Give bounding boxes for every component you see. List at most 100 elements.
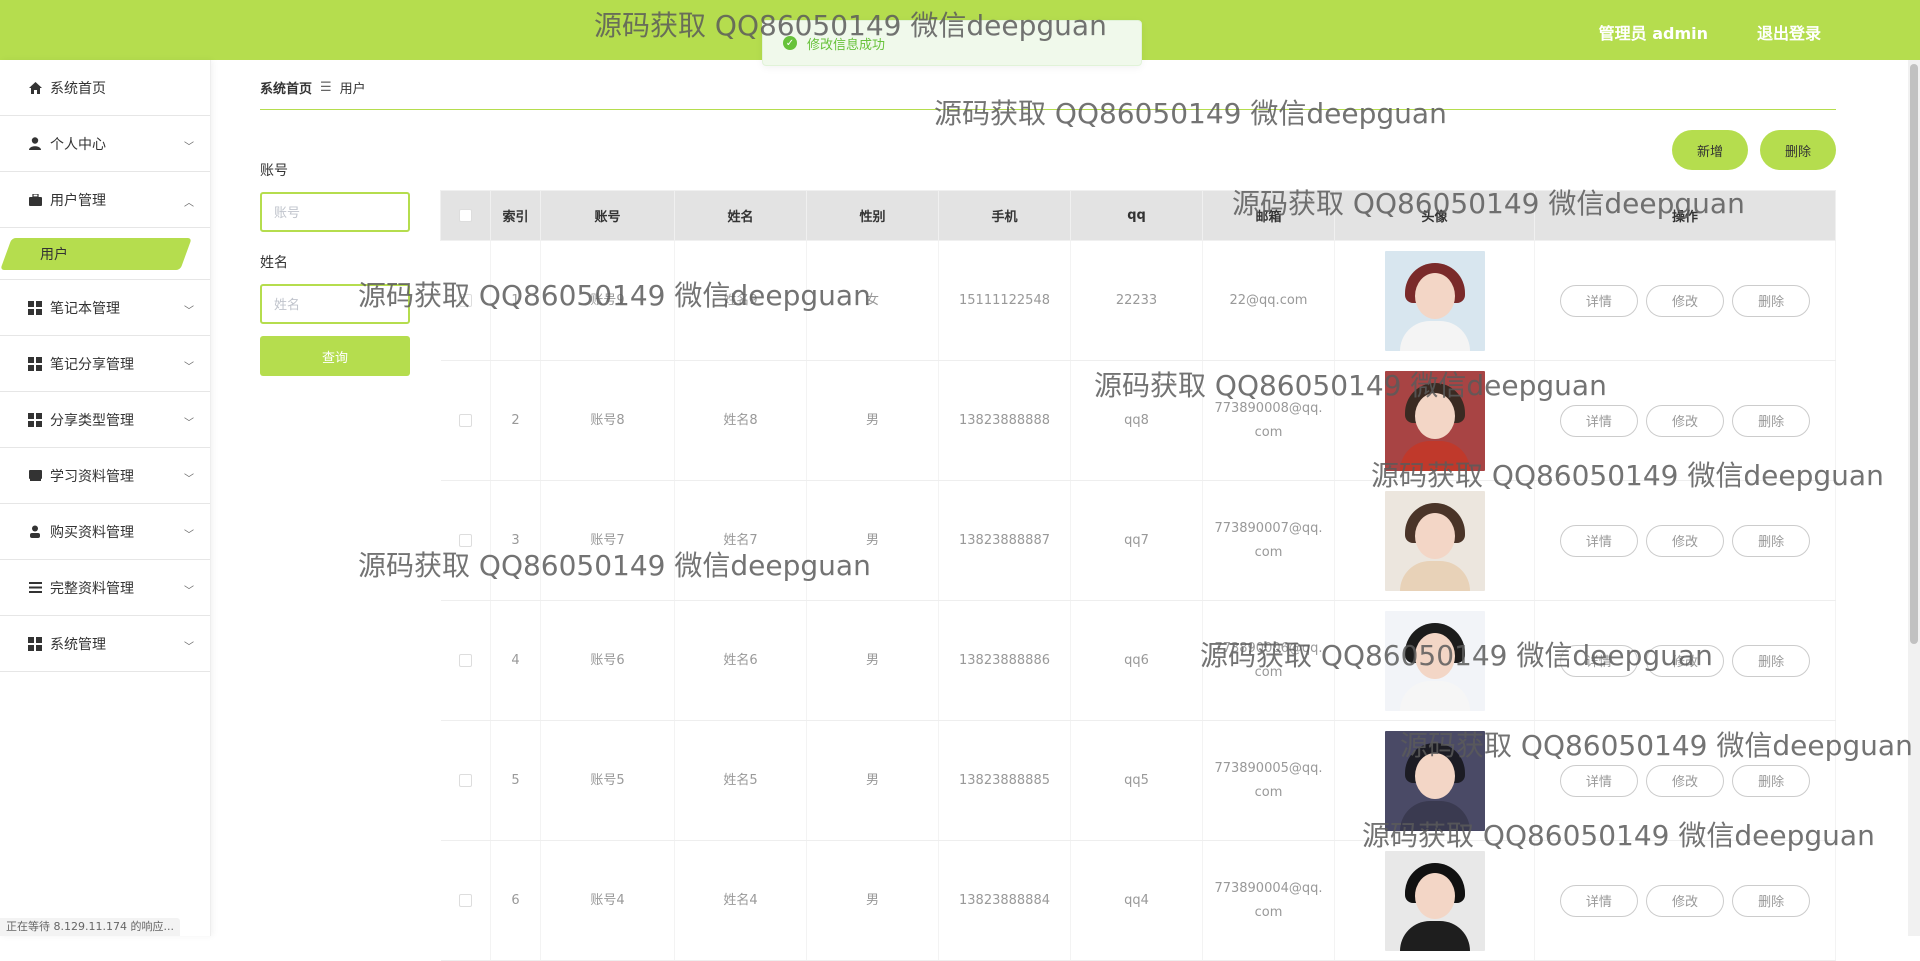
- col-qq: qq: [1071, 191, 1203, 241]
- cell-gender: 男: [807, 841, 939, 961]
- breadcrumb-home[interactable]: 系统首页: [260, 78, 312, 97]
- sidebar-item-system-management[interactable]: 系统管理 ﹀: [0, 616, 210, 672]
- cell-operations: 详情 修改 删除: [1535, 841, 1836, 961]
- sidebar-item-notebook-management[interactable]: 笔记本管理 ﹀: [0, 280, 210, 336]
- detail-button[interactable]: 详情: [1560, 885, 1638, 917]
- cell-avatar: [1335, 361, 1535, 481]
- cell-gender: 男: [807, 601, 939, 721]
- table-row[interactable]: 2 账号8 姓名8 男 13823888888 qq8 773890008@qq…: [441, 361, 1836, 481]
- cell-index: 1: [491, 241, 541, 361]
- row-checkbox[interactable]: [459, 294, 472, 307]
- cell-phone: 13823888888: [939, 361, 1071, 481]
- chevron-down-icon: ﹀: [184, 358, 194, 373]
- row-checkbox-cell[interactable]: [441, 721, 491, 841]
- batch-delete-button[interactable]: 删除: [1760, 130, 1836, 170]
- sidebar-item-home[interactable]: 系统首页: [0, 60, 210, 116]
- account-search-input[interactable]: [260, 192, 410, 232]
- chevron-down-icon: ﹀: [184, 470, 194, 485]
- cell-avatar: [1335, 841, 1535, 961]
- detail-button[interactable]: 详情: [1560, 525, 1638, 557]
- delete-button[interactable]: 删除: [1732, 765, 1810, 797]
- book-icon: [28, 469, 42, 483]
- row-checkbox-cell[interactable]: [441, 841, 491, 961]
- cell-gender: 女: [807, 241, 939, 361]
- edit-button[interactable]: 修改: [1646, 525, 1724, 557]
- chevron-down-icon: ﹀: [184, 526, 194, 541]
- edit-button[interactable]: 修改: [1646, 285, 1724, 317]
- edit-button[interactable]: 修改: [1646, 885, 1724, 917]
- delete-button[interactable]: 删除: [1732, 405, 1810, 437]
- row-checkbox-cell[interactable]: [441, 481, 491, 601]
- sidebar-item-label: 分享类型管理: [50, 410, 134, 430]
- sidebar: 系统首页 个人中心 ﹀ 用户管理 ︿ 用户 笔记本管理 ﹀ 笔记分享管理 ﹀ 分…: [0, 60, 211, 936]
- delete-button[interactable]: 删除: [1732, 525, 1810, 557]
- sidebar-item-label: 个人中心: [50, 134, 106, 154]
- user-icon: [28, 137, 42, 151]
- chevron-up-icon: ︿: [184, 194, 194, 209]
- breadcrumb-current: 用户: [340, 78, 366, 97]
- avatar-image: [1385, 251, 1485, 351]
- row-checkbox[interactable]: [459, 534, 472, 547]
- page-scrollbar[interactable]: [1908, 60, 1920, 936]
- cell-phone: 13823888884: [939, 841, 1071, 961]
- sidebar-subitem-label: 用户: [40, 244, 68, 264]
- row-checkbox[interactable]: [459, 654, 472, 667]
- table-row[interactable]: 6 账号4 姓名4 男 13823888884 qq4 773890004@qq…: [441, 841, 1836, 961]
- edit-button[interactable]: 修改: [1646, 645, 1724, 677]
- detail-button[interactable]: 详情: [1560, 765, 1638, 797]
- delete-button[interactable]: 删除: [1732, 645, 1810, 677]
- toast-message: 修改信息成功: [807, 34, 885, 53]
- row-checkbox[interactable]: [459, 414, 472, 427]
- cell-avatar: [1335, 241, 1535, 361]
- edit-button[interactable]: 修改: [1646, 405, 1724, 437]
- logout-button[interactable]: 退出登录: [1757, 20, 1821, 44]
- admin-user-label[interactable]: 管理员 admin: [1599, 20, 1708, 44]
- table-row[interactable]: 3 账号7 姓名7 男 13823888887 qq7 773890007@qq…: [441, 481, 1836, 601]
- sidebar-item-study-material-management[interactable]: 学习资料管理 ﹀: [0, 448, 210, 504]
- detail-button[interactable]: 详情: [1560, 405, 1638, 437]
- cell-operations: 详情 修改 删除: [1535, 601, 1836, 721]
- cell-operations: 详情 修改 删除: [1535, 721, 1836, 841]
- row-checkbox[interactable]: [459, 894, 472, 907]
- table-row[interactable]: 5 账号5 姓名5 男 13823888885 qq5 773890005@qq…: [441, 721, 1836, 841]
- edit-button[interactable]: 修改: [1646, 765, 1724, 797]
- delete-button[interactable]: 删除: [1732, 285, 1810, 317]
- sidebar-item-label: 用户管理: [50, 190, 106, 210]
- cell-account: 账号9: [541, 241, 675, 361]
- query-button[interactable]: 查询: [260, 336, 410, 376]
- sidebar-item-purchase-material-management[interactable]: 购买资料管理 ﹀: [0, 504, 210, 560]
- grid-icon: [28, 301, 42, 315]
- row-checkbox-cell[interactable]: [441, 601, 491, 721]
- table-row[interactable]: 1 账号9 姓名9 女 15111122548 22233 22@qq.com …: [441, 241, 1836, 361]
- email-text: 773890008@qq.com: [1213, 397, 1325, 445]
- cell-name: 姓名9: [675, 241, 807, 361]
- cell-qq: qq7: [1071, 481, 1203, 601]
- sidebar-item-personal-center[interactable]: 个人中心 ﹀: [0, 116, 210, 172]
- sidebar-item-share-type-management[interactable]: 分享类型管理 ﹀: [0, 392, 210, 448]
- cell-operations: 详情 修改 删除: [1535, 481, 1836, 601]
- select-all-checkbox[interactable]: [459, 209, 472, 222]
- scrollbar-thumb[interactable]: [1910, 64, 1918, 644]
- sidebar-item-note-share-management[interactable]: 笔记分享管理 ﹀: [0, 336, 210, 392]
- sidebar-item-user-management[interactable]: 用户管理 ︿: [0, 172, 210, 228]
- delete-button[interactable]: 删除: [1732, 885, 1810, 917]
- cell-operations: 详情 修改 删除: [1535, 241, 1836, 361]
- detail-button[interactable]: 详情: [1560, 285, 1638, 317]
- row-checkbox-cell[interactable]: [441, 361, 491, 481]
- row-checkbox-cell[interactable]: [441, 241, 491, 361]
- search-form: 账号 姓名 查询: [260, 160, 410, 376]
- email-text: 773890007@qq.com: [1213, 517, 1325, 565]
- sidebar-item-complete-material-management[interactable]: 完整资料管理 ﹀: [0, 560, 210, 616]
- add-button[interactable]: 新增: [1672, 130, 1748, 170]
- grid-icon: [28, 413, 42, 427]
- row-checkbox[interactable]: [459, 774, 472, 787]
- table-row[interactable]: 4 账号6 姓名6 男 13823888886 qq6 773890006@qq…: [441, 601, 1836, 721]
- detail-button[interactable]: 详情: [1560, 645, 1638, 677]
- cell-phone: 15111122548: [939, 241, 1071, 361]
- col-email: 邮箱: [1203, 191, 1335, 241]
- email-text: 22@qq.com: [1213, 289, 1325, 313]
- name-search-input[interactable]: [260, 284, 410, 324]
- select-all-checkbox-cell[interactable]: [441, 191, 491, 241]
- sidebar-subitem-user[interactable]: 用户: [0, 228, 210, 280]
- cell-operations: 详情 修改 删除: [1535, 361, 1836, 481]
